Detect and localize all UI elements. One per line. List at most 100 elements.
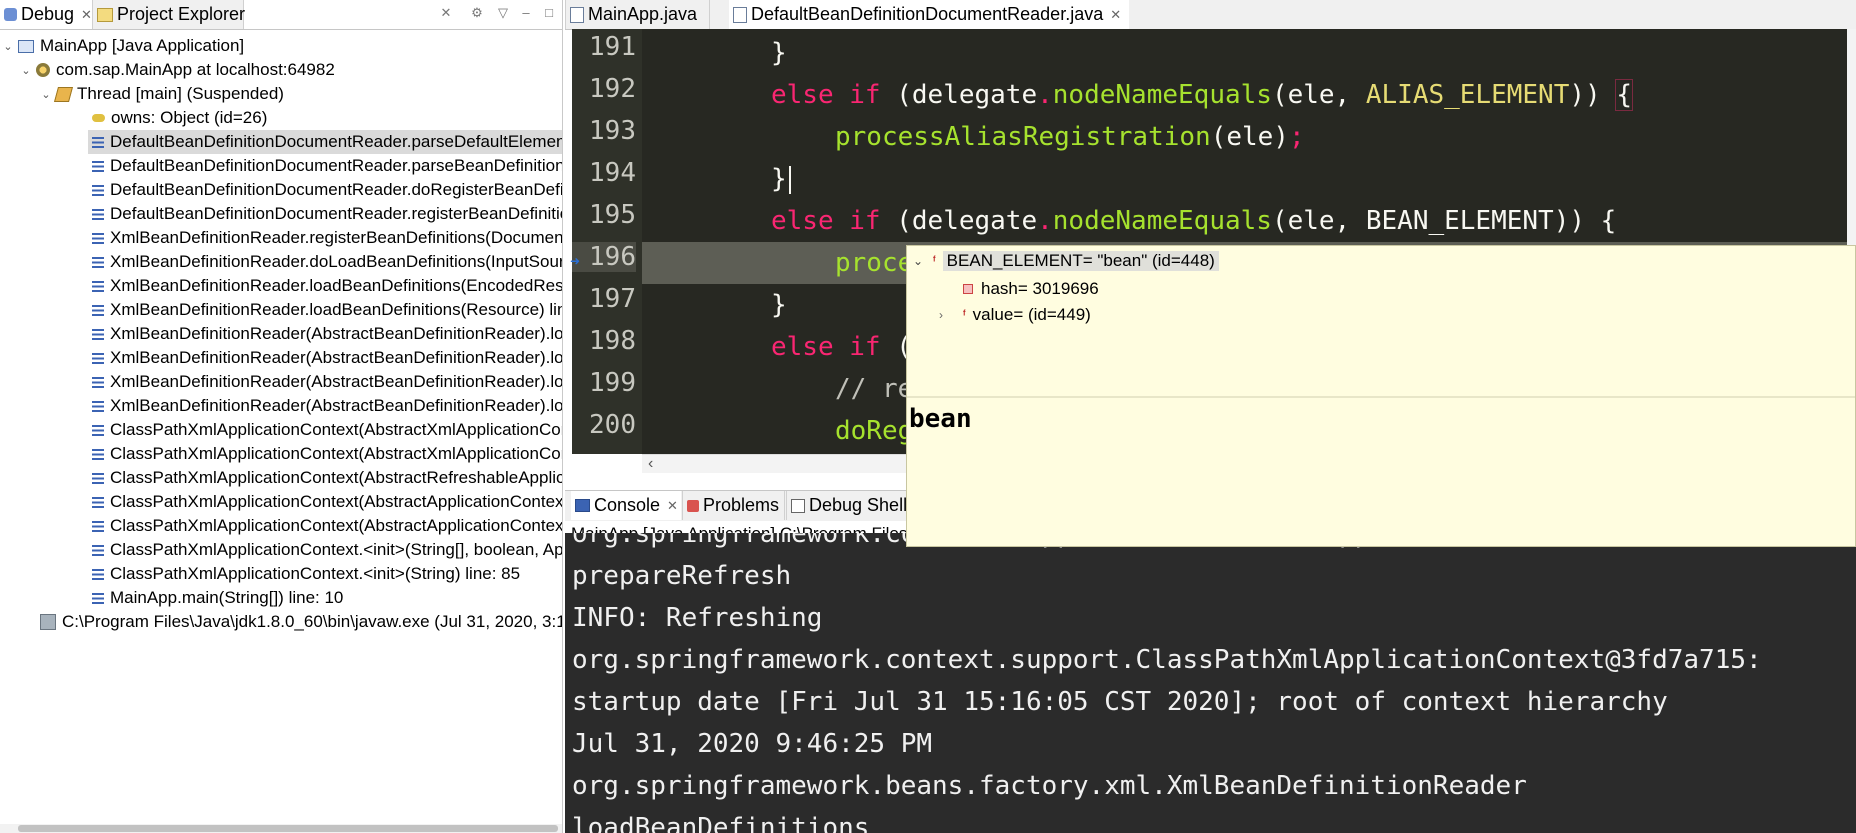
close-icon[interactable]: ✕	[1110, 7, 1121, 23]
tab-mainapp-java[interactable]: MainApp.java	[565, 0, 710, 29]
code-line-192: else if (delegate.nodeNameEquals(ele, AL…	[771, 74, 1633, 116]
stack-frame[interactable]: ClassPathXmlApplicationContext(AbstractA…	[0, 514, 563, 538]
remove-terminated-icon[interactable]: ✕	[437, 4, 455, 22]
stack-frame-label: XmlBeanDefinitionReader(AbstractBeanDefi…	[110, 324, 563, 343]
tree-item-label: com.sap.MainApp at localhost:64982	[56, 60, 335, 79]
stack-frame-icon	[92, 592, 104, 604]
stack-frame-icon	[92, 496, 104, 508]
java-file-icon	[733, 6, 747, 23]
popup-root-row[interactable]: ⌄ ᶠ BEAN_ELEMENT= "bean" (id=448)	[913, 248, 1219, 274]
stack-frame-icon	[92, 568, 104, 580]
code-token: }	[771, 38, 787, 68]
stack-frame[interactable]: XmlBeanDefinitionReader(AbstractBeanDefi…	[0, 394, 563, 418]
code-token: (	[896, 206, 912, 236]
popup-child-row[interactable]: › ᶠ value= (id=449)	[939, 302, 1091, 328]
stack-frame[interactable]: DefaultBeanDefinitionDocumentReader.pars…	[0, 154, 562, 178]
method-token: proce	[835, 248, 914, 278]
code-token: }	[771, 164, 787, 194]
tab-defaultbeandefinitiondocumentreader-java[interactable]: DefaultBeanDefinitionDocumentReader.java…	[729, 0, 1129, 29]
stack-frame[interactable]: XmlBeanDefinitionReader.registerBeanDefi…	[0, 226, 562, 250]
close-icon[interactable]: ✕	[81, 7, 92, 23]
debug-view: Debug ✕ Project Explorer ✕ ⚙ ▽ – □ ⌄ Mai…	[0, 0, 563, 833]
stack-frame-label: ClassPathXmlApplicationContext(AbstractA…	[110, 492, 563, 511]
maximize-icon[interactable]: □	[540, 4, 558, 22]
stack-frame[interactable]: MainApp.main(String[]) line: 10	[0, 586, 562, 610]
stack-frame-icon	[92, 232, 104, 244]
scroll-left-icon[interactable]: ‹	[648, 455, 653, 473]
tab-console[interactable]: Console ✕	[571, 491, 681, 520]
tree-item-label: owns: Object (id=26)	[111, 108, 268, 127]
stack-frame[interactable]: ClassPathXmlApplicationContext(AbstractX…	[0, 418, 562, 442]
tree-item-launch[interactable]: ⌄ MainApp [Java Application]	[0, 34, 562, 58]
view-menu-icon[interactable]: ▽	[494, 4, 512, 22]
static-final-field-icon: ᶠ	[933, 255, 936, 267]
stack-frame-icon	[92, 448, 104, 460]
stack-frame-label: XmlBeanDefinitionReader(AbstractBeanDefi…	[110, 348, 563, 367]
tab-label: DefaultBeanDefinitionDocumentReader.java	[751, 4, 1104, 24]
tree-item-label: C:\Program Files\Java\jdk1.8.0_60\bin\ja…	[62, 612, 562, 631]
tree-item-monitor[interactable]: owns: Object (id=26)	[0, 106, 562, 130]
minimize-icon[interactable]: –	[517, 4, 535, 22]
stack-frame[interactable]: ClassPathXmlApplicationContext.<init>(St…	[0, 538, 563, 562]
stack-frame-label: XmlBeanDefinitionReader(AbstractBeanDefi…	[110, 396, 563, 415]
collapse-icon[interactable]: ⌄	[20, 64, 32, 77]
tree-item-thread[interactable]: ⌄ Thread [main] (Suspended)	[0, 82, 562, 106]
horizontal-scrollbar[interactable]	[0, 824, 562, 833]
tree-item-label: MainApp [Java Application]	[40, 36, 245, 55]
stack-frame[interactable]: ClassPathXmlApplicationContext(AbstractR…	[0, 466, 562, 490]
stack-frame[interactable]: ClassPathXmlApplicationContext.<init>(St…	[0, 562, 562, 586]
tab-project-explorer[interactable]: Project Explorer	[92, 0, 246, 29]
debug-target-icon	[36, 63, 50, 77]
expand-icon[interactable]: ›	[939, 308, 963, 322]
line-number-gutter: 191 192 193 194 195 196 197 198 199 200	[572, 29, 642, 454]
variable-inspect-popup[interactable]: ⌄ ᶠ BEAN_ELEMENT= "bean" (id=448) hash= …	[906, 245, 1856, 547]
stack-frame-icon	[92, 280, 104, 292]
line-number: 198	[589, 326, 636, 356]
line-number: 191	[589, 32, 636, 62]
code-line-193: processAliasRegistration(ele);	[835, 116, 1305, 158]
stack-frame[interactable]: DefaultBeanDefinitionDocumentReader.doRe…	[0, 178, 562, 202]
tab-debug-label: Debug	[21, 4, 75, 24]
stack-frame[interactable]: XmlBeanDefinitionReader(AbstractBeanDefi…	[0, 370, 562, 394]
stack-frame[interactable]: XmlBeanDefinitionReader(AbstractBeanDefi…	[0, 322, 563, 346]
line-number: 196	[572, 242, 636, 272]
stack-frame[interactable]: XmlBeanDefinitionReader(AbstractBeanDefi…	[0, 346, 563, 370]
console-line: org.springframework.beans.factory.xml.Xm…	[572, 771, 1527, 801]
stack-frame[interactable]: DefaultBeanDefinitionDocumentReader.regi…	[0, 202, 562, 226]
line-number: 194	[589, 158, 636, 188]
operator-token: ;	[1288, 122, 1305, 152]
suspended-thread-icon	[53, 86, 74, 102]
popup-child-row[interactable]: hash= 3019696	[963, 276, 1099, 302]
constant-token: ALIAS_ELEMENT	[1365, 80, 1570, 110]
stack-frame-label: ClassPathXmlApplicationContext(AbstractX…	[110, 420, 562, 439]
collapse-icon[interactable]: ⌄	[2, 40, 14, 53]
stack-frame[interactable]: ClassPathXmlApplicationContext(AbstractA…	[0, 490, 563, 514]
line-number: 197	[589, 284, 636, 314]
console-line: startup date [Fri Jul 31 15:16:05 CST 20…	[572, 687, 1668, 717]
stack-frame[interactable]: XmlBeanDefinitionReader.doLoadBeanDefini…	[0, 250, 562, 274]
tab-problems[interactable]: Problems	[682, 491, 785, 520]
close-icon[interactable]: ✕	[667, 498, 678, 514]
tree-item-process[interactable]: C:\Program Files\Java\jdk1.8.0_60\bin\ja…	[0, 610, 562, 634]
stack-frame-selected[interactable]: DefaultBeanDefinitionDocumentReader.pars…	[88, 130, 562, 154]
stack-frame-icon	[92, 424, 104, 436]
line-number: 193	[589, 116, 636, 146]
tab-project-explorer-label: Project Explorer	[117, 4, 246, 24]
popup-variable-tree: ⌄ ᶠ BEAN_ELEMENT= "bean" (id=448) hash= …	[907, 246, 1855, 396]
stack-frame[interactable]: XmlBeanDefinitionReader.loadBeanDefiniti…	[0, 274, 562, 298]
tree-item-debug-target[interactable]: ⌄ com.sap.MainApp at localhost:64982	[0, 58, 562, 82]
tab-debug[interactable]: Debug ✕	[0, 0, 92, 29]
collapse-icon[interactable]: ⌄	[40, 88, 52, 101]
stack-frame[interactable]: ClassPathXmlApplicationContext(AbstractX…	[0, 442, 562, 466]
stack-frame-label: ClassPathXmlApplicationContext.<init>(St…	[110, 540, 563, 559]
stack-frame-label: ClassPathXmlApplicationContext(AbstractA…	[110, 516, 563, 535]
stack-frame[interactable]: XmlBeanDefinitionReader.loadBeanDefiniti…	[0, 298, 562, 322]
collapse-icon[interactable]: ⌄	[913, 254, 933, 268]
code-token: ))	[1569, 80, 1601, 110]
scrollbar-thumb[interactable]	[18, 825, 558, 832]
project-explorer-icon	[97, 7, 113, 22]
settings-icon[interactable]: ⚙	[468, 4, 486, 22]
tab-debug-shell[interactable]: Debug Shell	[786, 491, 911, 520]
console-output[interactable]: org.springframework.context.support.Clas…	[565, 533, 1856, 833]
method-token: nodeNameEquals	[1052, 206, 1272, 236]
